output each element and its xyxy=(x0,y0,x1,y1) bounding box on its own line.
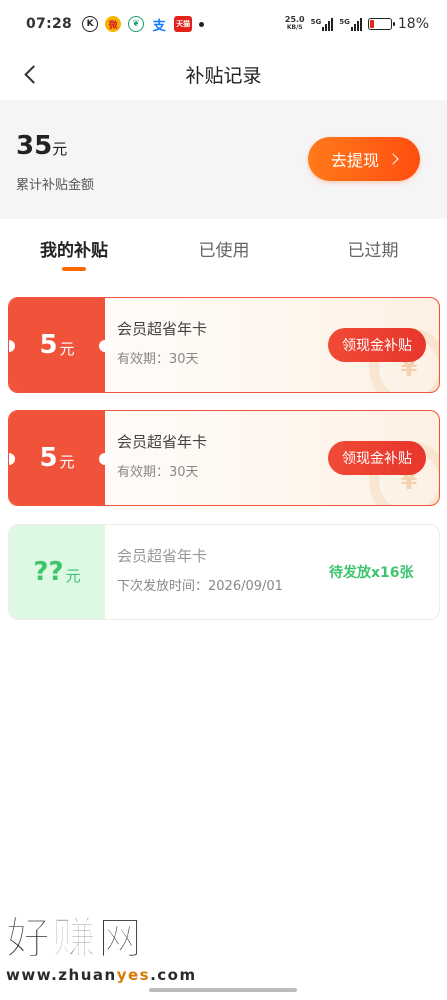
withdraw-button[interactable]: 去提现 xyxy=(308,137,420,181)
total-amount-value: 35 xyxy=(16,131,53,161)
subsidy-card: 5 元 会员超省年卡 有效期：30天 ¥ 领现金补贴 xyxy=(8,410,440,506)
nav-bar: 补贴记录 xyxy=(0,48,447,100)
signal-5g-icon-2: 5G xyxy=(339,17,362,31)
watermark-title: 好赚网 xyxy=(6,913,144,964)
signal-label: 5G xyxy=(339,17,350,26)
signal-5g-icon-1: 5G xyxy=(310,17,334,31)
card-unit: 元 xyxy=(59,452,75,471)
notification-icons: K 微 ❦ 支 天猫 xyxy=(82,16,205,34)
subsidy-card: 5 元 会员超省年卡 有效期：30天 ¥ 领现金补贴 xyxy=(8,297,440,393)
card-amount-stub: 5 元 xyxy=(9,411,105,505)
withdraw-label: 去提现 xyxy=(330,151,379,170)
k-icon: K xyxy=(82,16,99,32)
claim-cash-button[interactable]: 领现金补贴 xyxy=(328,328,426,362)
ticket-notch xyxy=(99,453,111,465)
card-title: 会员超省年卡 xyxy=(117,320,208,338)
leaf-icon: ❦ xyxy=(128,16,145,32)
subsidy-list-panel: 我的补贴 已使用 已过期 5 元 会员超省年卡 有效期：30天 ¥ 领现金补贴 … xyxy=(0,219,447,1000)
battery-level xyxy=(369,20,374,28)
watermark: 好赚网 www.zhuanyes.com xyxy=(6,913,197,984)
subsidy-summary: 35元 累计补贴金额 去提现 xyxy=(0,100,447,219)
card-title: 会员超省年卡 xyxy=(117,433,208,451)
signal-label: 5G xyxy=(310,17,322,26)
card-amount: 5 xyxy=(39,330,58,360)
total-amount: 35元 xyxy=(16,131,67,161)
status-time: 07:28 xyxy=(26,16,73,32)
card-amount: 5 xyxy=(39,443,58,473)
claim-cash-button[interactable]: 领现金补贴 xyxy=(328,441,426,475)
watermark-url-highlight: yes xyxy=(116,966,151,984)
pending-status: 待发放x16张 xyxy=(329,565,414,581)
ticket-notch xyxy=(99,340,111,352)
watermark-url-post: .com xyxy=(150,966,197,984)
total-amount-label: 累计补贴金额 xyxy=(16,178,95,193)
pending-subsidy-card: ?? 元 会员超省年卡 下次发放时间：2026/09/01 待发放x16张 xyxy=(8,524,440,620)
card-unit: 元 xyxy=(65,566,81,585)
tab-my-subsidies[interactable]: 我的补贴 xyxy=(14,236,134,261)
card-amount-stub: 5 元 xyxy=(9,298,105,392)
card-unit: 元 xyxy=(59,339,75,358)
network-speed-unit: KB/S xyxy=(286,24,303,31)
zhi-icon: 支 xyxy=(152,18,166,34)
card-title: 会员超省年卡 xyxy=(117,547,208,565)
system-indicators: 25.0 KB/S 5G 5G 18% xyxy=(285,16,429,33)
battery-percent: 18% xyxy=(397,16,429,32)
dot-icon xyxy=(199,21,205,27)
card-next-issue-date: 下次发放时间：2026/09/01 xyxy=(117,579,283,594)
battery-icon xyxy=(367,18,395,30)
card-validity: 有效期：30天 xyxy=(117,465,199,480)
card-amount: ?? xyxy=(33,557,64,587)
weibo-icon: 微 xyxy=(105,16,122,32)
watermark-url: www.zhuanyes.com xyxy=(6,966,197,984)
page-title: 补贴记录 xyxy=(185,65,262,87)
tab-bar: 我的补贴 已使用 已过期 xyxy=(0,219,447,279)
card-amount-stub: ?? 元 xyxy=(9,525,105,619)
status-bar: 07:28 K 微 ❦ 支 天猫 25.0 KB/S 5G 5G 18% xyxy=(0,0,447,48)
tab-expired[interactable]: 已过期 xyxy=(313,236,433,261)
home-indicator[interactable] xyxy=(149,988,297,992)
total-amount-unit: 元 xyxy=(52,140,68,158)
card-validity: 有效期：30天 xyxy=(117,352,199,367)
chevron-right-icon xyxy=(387,153,399,165)
active-tab-indicator xyxy=(62,267,86,271)
tab-used[interactable]: 已使用 xyxy=(164,236,284,261)
watermark-url-pre: www.zhuan xyxy=(6,966,117,984)
tmall-icon: 天猫 xyxy=(174,16,193,32)
network-speed-value: 25.0 xyxy=(284,15,305,24)
network-speed: 25.0 KB/S xyxy=(285,16,305,32)
